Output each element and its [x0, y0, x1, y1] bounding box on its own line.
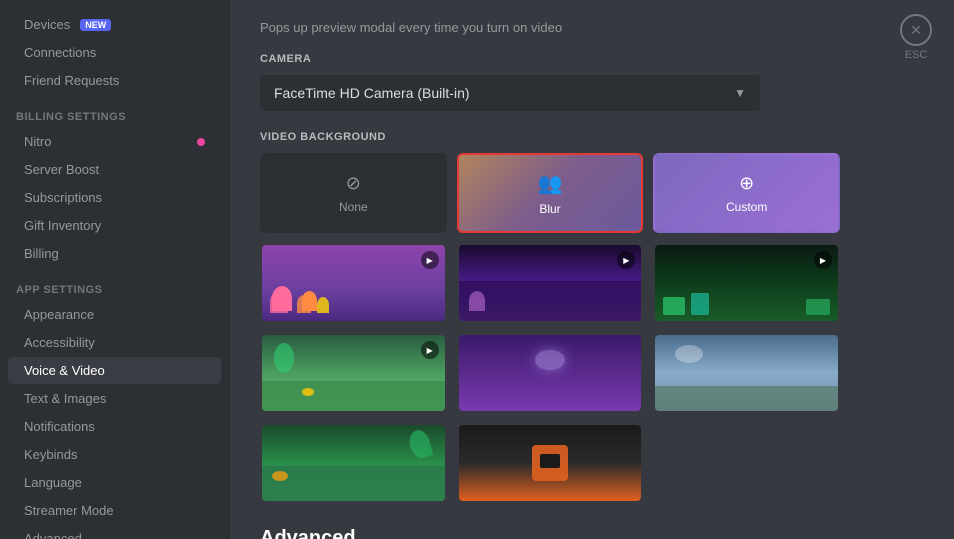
scene2-preview: ▶ — [459, 245, 642, 321]
esc-label: ESC — [905, 49, 928, 61]
sidebar-item-connections[interactable]: Connections — [8, 39, 221, 66]
sidebar-item-label: Text & Images — [24, 391, 106, 406]
vb-custom[interactable]: ⊕ Custom — [653, 153, 840, 233]
camera-dropdown[interactable]: FaceTime HD Camera (Built-in) ▼ — [260, 75, 760, 111]
sidebar-item-appearance[interactable]: Appearance — [8, 301, 221, 328]
sidebar-item-accessibility[interactable]: Accessibility — [8, 329, 221, 356]
chevron-down-icon: ▼ — [734, 86, 746, 100]
sidebar-item-label: Billing — [24, 246, 59, 261]
sidebar-item-label: Server Boost — [24, 162, 99, 177]
sidebar-item-label: Language — [24, 475, 82, 490]
sidebar-item-label: Keybinds — [24, 447, 77, 462]
sidebar-item-gift-inventory[interactable]: Gift Inventory — [8, 212, 221, 239]
esc-button[interactable]: ✕ ESC — [900, 14, 932, 61]
vb-scene5[interactable] — [457, 333, 644, 413]
sidebar-item-devices[interactable]: Devices NEW — [8, 11, 221, 38]
vb-scene3[interactable]: ▶ — [653, 243, 840, 323]
vb-scene4[interactable]: ▶ — [260, 333, 447, 413]
sidebar-item-billing[interactable]: Billing — [8, 240, 221, 267]
advanced-title: Advanced — [260, 527, 924, 539]
scene7-preview — [262, 425, 445, 501]
none-icon: ⊘ — [346, 173, 361, 194]
vb-blur[interactable]: 👥 Blur — [457, 153, 644, 233]
play-icon: ▶ — [421, 251, 439, 269]
vb-scene1[interactable]: ▶ — [260, 243, 447, 323]
sidebar-item-label: Devices — [24, 17, 70, 32]
sidebar-item-label: Appearance — [24, 307, 94, 322]
sidebar-item-voice-video[interactable]: Voice & Video — [8, 357, 221, 384]
nitro-dot — [197, 138, 205, 146]
camera-value: FaceTime HD Camera (Built-in) — [274, 85, 470, 101]
sidebar-item-label: Connections — [24, 45, 96, 60]
sidebar-item-label: Advanced — [24, 531, 82, 539]
scene3-preview: ▶ — [655, 245, 838, 321]
blur-label: Blur — [539, 202, 560, 216]
scene5-preview — [459, 335, 642, 411]
scene4-preview: ▶ — [262, 335, 445, 411]
sidebar-item-server-boost[interactable]: Server Boost — [8, 156, 221, 183]
camera-section-label: CAMERA — [260, 53, 924, 65]
main-content: ✕ ESC Pops up preview modal every time y… — [230, 0, 954, 539]
vb-scene8[interactable] — [457, 423, 644, 503]
sidebar-item-streamer-mode[interactable]: Streamer Mode — [8, 497, 221, 524]
sidebar-item-label: Friend Requests — [24, 73, 119, 88]
vb-scene6[interactable] — [653, 333, 840, 413]
sidebar-item-subscriptions[interactable]: Subscriptions — [8, 184, 221, 211]
sidebar-item-label: Nitro — [24, 134, 51, 149]
sidebar-item-label: Notifications — [24, 419, 95, 434]
vb-grid: ⊘ None 👥 Blur ⊕ Custom ▶ ▶ — [260, 153, 840, 503]
sidebar-item-advanced[interactable]: Advanced — [8, 525, 221, 539]
sidebar-item-friend-requests[interactable]: Friend Requests — [8, 67, 221, 94]
scene6-preview — [655, 335, 838, 411]
sidebar: Devices NEW Connections Friend Requests … — [0, 0, 230, 539]
vb-section-label: VIDEO BACKGROUND — [260, 131, 924, 143]
custom-icon: ⊕ — [739, 173, 754, 194]
scene8-preview — [459, 425, 642, 501]
sidebar-item-keybinds[interactable]: Keybinds — [8, 441, 221, 468]
sidebar-item-label: Gift Inventory — [24, 218, 101, 233]
sidebar-item-nitro[interactable]: Nitro — [8, 128, 221, 155]
new-badge: NEW — [80, 19, 111, 31]
app-settings-label: App Settings — [0, 268, 229, 300]
sidebar-item-label: Streamer Mode — [24, 503, 114, 518]
billing-settings-label: Billing Settings — [0, 95, 229, 127]
play-icon: ▶ — [617, 251, 635, 269]
preview-description: Pops up preview modal every time you tur… — [260, 20, 924, 35]
sidebar-item-label: Voice & Video — [24, 363, 105, 378]
esc-circle-icon: ✕ — [900, 14, 932, 46]
vb-none[interactable]: ⊘ None — [260, 153, 447, 233]
sidebar-item-language[interactable]: Language — [8, 469, 221, 496]
sidebar-item-label: Accessibility — [24, 335, 95, 350]
scene1-preview: ▶ — [262, 245, 445, 321]
blur-icon: 👥 — [538, 171, 563, 196]
vb-scene2[interactable]: ▶ — [457, 243, 644, 323]
play-icon: ▶ — [814, 251, 832, 269]
sidebar-item-label: Subscriptions — [24, 190, 102, 205]
play-icon: ▶ — [421, 341, 439, 359]
sidebar-item-text-images[interactable]: Text & Images — [8, 385, 221, 412]
vb-scene7[interactable] — [260, 423, 447, 503]
none-label: None — [339, 200, 368, 214]
sidebar-item-notifications[interactable]: Notifications — [8, 413, 221, 440]
custom-label: Custom — [726, 200, 767, 214]
